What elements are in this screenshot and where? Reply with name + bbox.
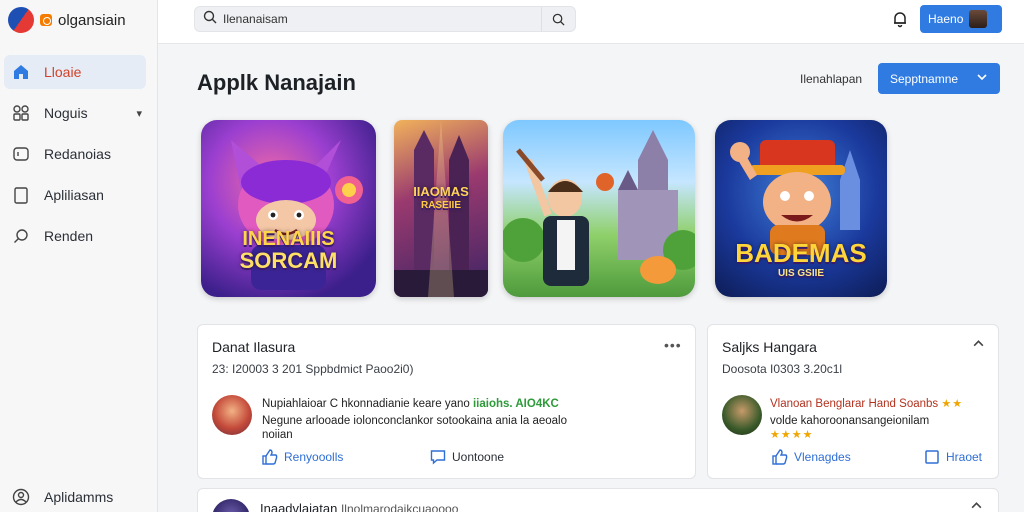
activity-card: Saljks Hangara Doosota I0303 3.20c1l Vla…	[707, 324, 999, 479]
activity-card: Danat Ilasura ••• 23: I20003 3 201 Sppbd…	[197, 324, 696, 479]
like-button[interactable]: Vlenagdes	[772, 449, 851, 465]
like-button[interactable]: Renyooolls	[262, 449, 343, 465]
thumbs-up-icon	[262, 449, 278, 465]
sidebar: olgansiain Lloaie Noguis ▾ Redanoias Apl…	[0, 0, 158, 512]
more-options-icon[interactable]: •••	[664, 337, 682, 353]
brand-logo	[2, 1, 40, 39]
sidebar-item-label: Redanoias	[44, 146, 111, 162]
game-title-line1: IIAOMAS	[413, 184, 469, 199]
brand-name: olgansiain	[58, 11, 126, 29]
game-art	[503, 130, 695, 286]
game-tile[interactable]: INENAIIIS SORCAM	[201, 120, 376, 297]
sidebar-item-label: Renden	[44, 228, 94, 244]
sidebar-item-label: Apliliasan	[44, 187, 104, 203]
game-title-line2: RASEIIE	[420, 200, 461, 211]
game-tile[interactable]: BADEMAS UIS GSIIE	[715, 120, 887, 297]
game-tile[interactable]	[503, 120, 695, 297]
chevron-up-icon[interactable]	[972, 337, 985, 353]
comment-button[interactable]: Uontoone	[430, 449, 504, 465]
bell-icon[interactable]	[891, 10, 909, 33]
avatar	[722, 395, 762, 435]
sidebar-item-label: Aplidamms	[44, 489, 114, 505]
home-icon	[12, 63, 30, 81]
search-bar	[194, 6, 576, 32]
card-line: Vlanoan Benglarar Hand Soanbs ★★	[770, 398, 964, 410]
avatar	[969, 10, 988, 28]
search-submit-button[interactable]	[541, 7, 575, 31]
card-line: noiian	[262, 429, 293, 441]
card-meta: 23: I20003 3 201 Sppbdmict Paoo2i0)	[212, 362, 414, 376]
page-title: Applk Nanajain	[197, 70, 356, 95]
card-line: volde kahoroonansangeionilam	[770, 415, 930, 427]
search-icon	[195, 10, 217, 29]
header-link[interactable]: Ilenahlapan	[800, 72, 862, 86]
checkbox-icon	[925, 450, 939, 464]
sidebar-nav: Lloaie Noguis ▾ Redanoias Apliliasan Ren…	[4, 55, 146, 260]
search-icon	[12, 227, 30, 245]
user-name: Haeno	[928, 12, 964, 26]
card-title: Saljks Hangara	[722, 339, 817, 355]
thumbs-up-icon	[772, 449, 788, 465]
gamepad-icon	[12, 145, 30, 163]
sidebar-item-label: Lloaie	[44, 64, 82, 80]
sidebar-item-account[interactable]: Aplidamms	[4, 480, 146, 512]
search-input[interactable]	[217, 7, 541, 31]
app-window: olgansiain Lloaie Noguis ▾ Redanoias Apl…	[0, 0, 1024, 512]
card-meta: Doosota I0303 3.20c1l	[722, 362, 843, 376]
user-menu-button[interactable]: Haeno	[920, 5, 1002, 33]
topbar: Haeno	[158, 0, 1024, 44]
game-title-line2: SORCAM	[239, 248, 338, 273]
user-circle-icon	[12, 488, 30, 506]
sidebar-item-games[interactable]: Noguis ▾	[4, 96, 146, 130]
chevron-down-icon[interactable]: ▾	[136, 107, 142, 120]
sidebar-item-applications[interactable]: Apliliasan	[4, 178, 146, 212]
tablet-icon	[12, 186, 30, 204]
sidebar-item-search[interactable]: Renden	[4, 219, 146, 253]
search-icon	[552, 13, 565, 26]
avatar	[212, 499, 250, 512]
grid-icon	[12, 104, 30, 122]
card-line: Nupiahlaioar C hkonnadianie keare yano i…	[262, 398, 559, 410]
brand[interactable]: olgansiain	[2, 1, 126, 39]
card-title: Danat Ilasura	[212, 339, 296, 355]
instagram-icon	[40, 14, 52, 26]
game-title-line1: BADEMAS	[735, 238, 867, 268]
share-button[interactable]: Hraoet	[924, 449, 982, 465]
sidebar-item-recommended[interactable]: Redanoias	[4, 137, 146, 171]
sidebar-item-home[interactable]: Lloaie	[4, 55, 146, 89]
sort-select-label: Sepptnamne	[890, 71, 959, 86]
sidebar-bottom: Aplidamms	[4, 480, 146, 512]
rating-stars: ★★	[941, 398, 964, 410]
avatar	[212, 395, 252, 435]
game-title-line2: UIS GSIIE	[777, 268, 825, 279]
sidebar-item-label: Noguis	[44, 105, 88, 121]
chevron-down-icon	[976, 71, 988, 86]
sort-select[interactable]: Sepptnamne	[878, 63, 1000, 94]
comment-icon	[430, 450, 446, 465]
card-title: Inaadvlaiatan Ilnolmarodaikcuaoooo	[260, 501, 459, 512]
activity-card: Inaadvlaiatan Ilnolmarodaikcuaoooo	[197, 488, 999, 512]
game-tile[interactable]: IIAOMAS RASEIIE	[394, 120, 488, 297]
rating-stars: ★★★★	[770, 429, 814, 441]
card-line: Negune arlooade iolonconclankor sotookai…	[262, 415, 567, 427]
chevron-up-icon[interactable]	[970, 499, 983, 512]
